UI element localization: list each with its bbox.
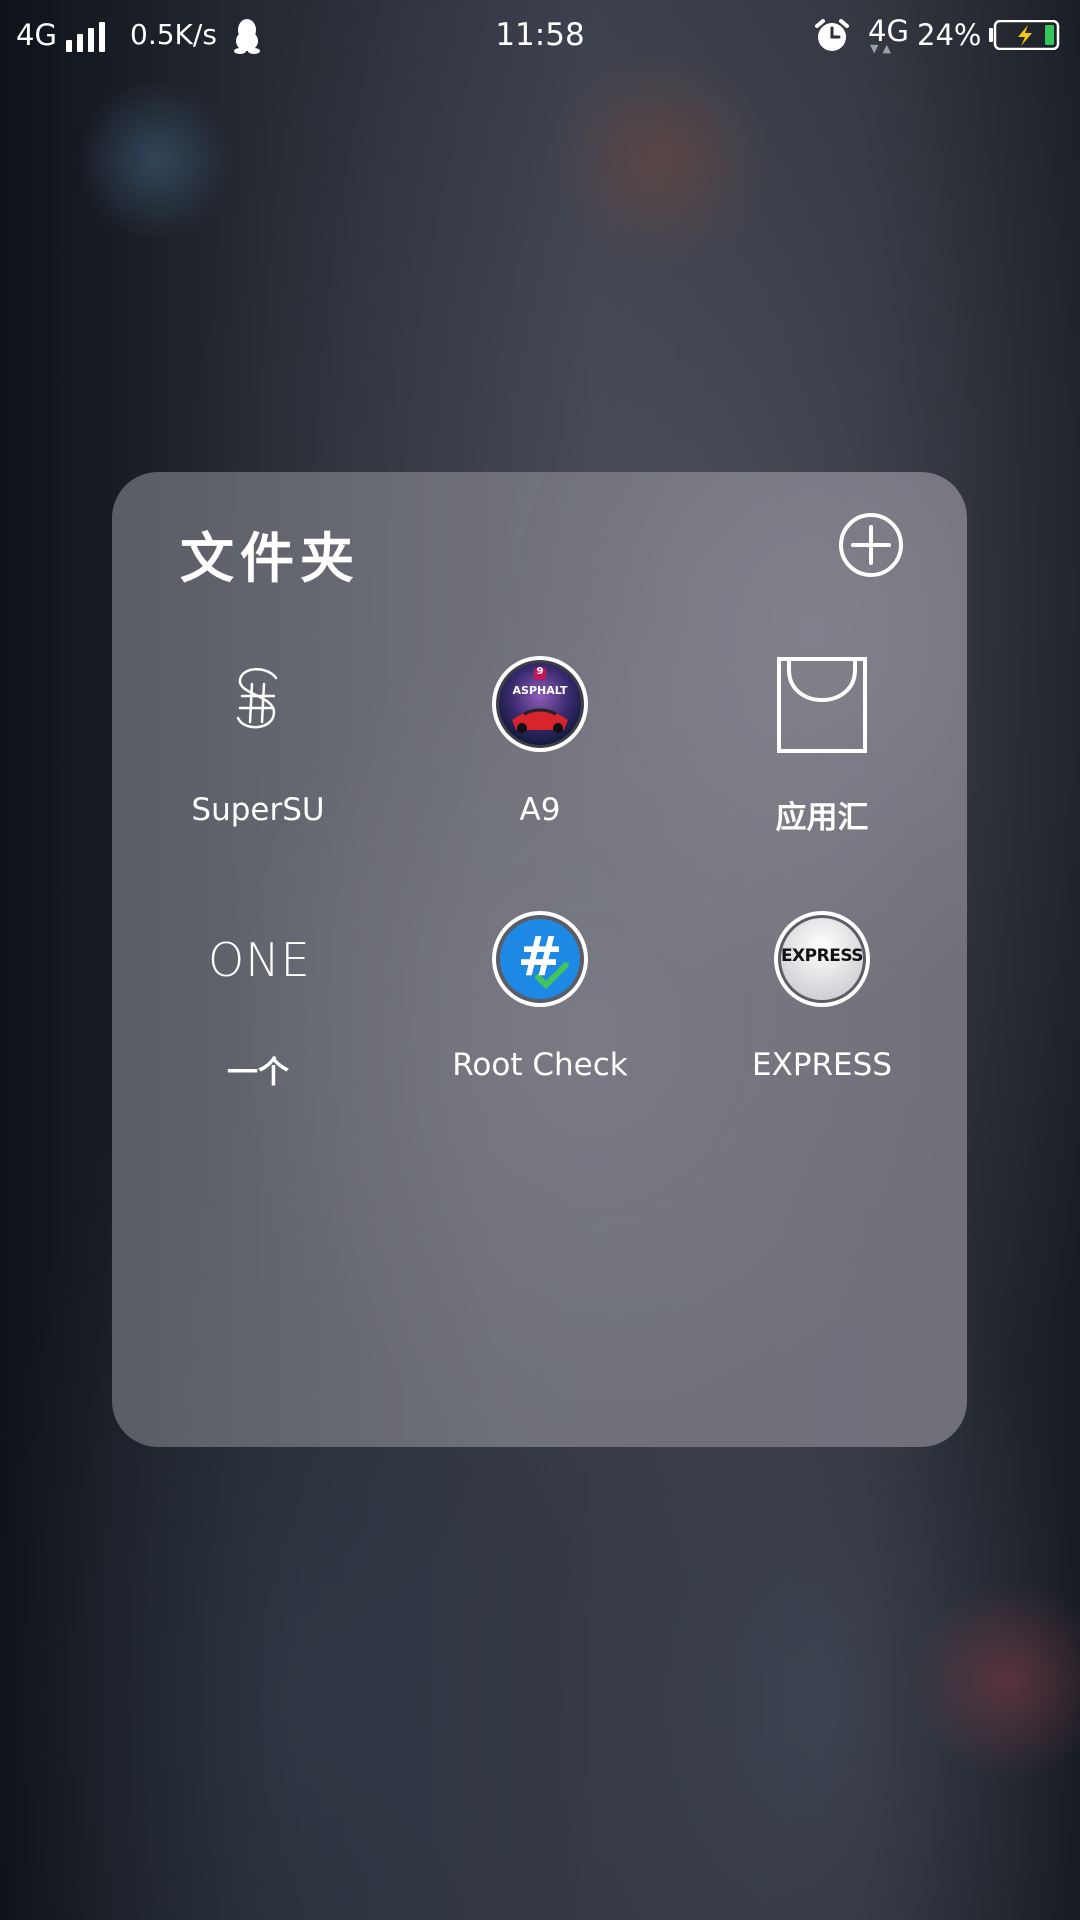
asphalt-badge: 9	[536, 666, 544, 677]
battery-charging-icon	[989, 20, 1060, 50]
alarm-icon	[815, 19, 849, 51]
asphalt-wordmark: ASPHALT	[512, 684, 568, 697]
app-express[interactable]: EXPRESS EXPRESS	[702, 909, 942, 1119]
supersu-icon	[236, 668, 278, 729]
app-label: A9	[519, 792, 561, 828]
app-yingyonghui[interactable]: 应用汇	[702, 654, 942, 864]
battery-percent: 24%	[917, 18, 982, 52]
app-root-check[interactable]: # Root Check	[420, 909, 660, 1119]
app-label: SuperSU	[191, 792, 325, 828]
data-activity-icon: ▼▲	[870, 42, 895, 55]
folder-panel: 文件夹 SuperSU 9 ASPHALT A9 应用汇 ONE 一个 # Ro…	[112, 472, 967, 1447]
status-bar: 4G 0.5K/s 11:58 4G ▼▲ 24%	[0, 0, 1080, 72]
folder-title[interactable]: 文件夹	[180, 514, 360, 593]
add-circle-icon[interactable]	[838, 512, 904, 578]
app-label: 一个	[227, 1055, 289, 1091]
app-label: 应用汇	[775, 800, 869, 836]
root-check-glyph: #	[517, 925, 563, 988]
app-label: EXPRESS	[752, 1047, 892, 1083]
app-asphalt9[interactable]: 9 ASPHALT A9	[420, 654, 660, 864]
app-supersu[interactable]: SuperSU	[138, 654, 378, 864]
one-icon: ONE	[208, 909, 311, 1009]
one-wordmark: ONE	[208, 933, 311, 987]
app-one[interactable]: ONE 一个	[138, 909, 378, 1119]
express-icon: EXPRESS	[772, 909, 872, 1009]
appchina-bag-icon	[777, 657, 867, 753]
app-label: Root Check	[452, 1047, 628, 1083]
express-wordmark: EXPRESS	[780, 946, 864, 966]
